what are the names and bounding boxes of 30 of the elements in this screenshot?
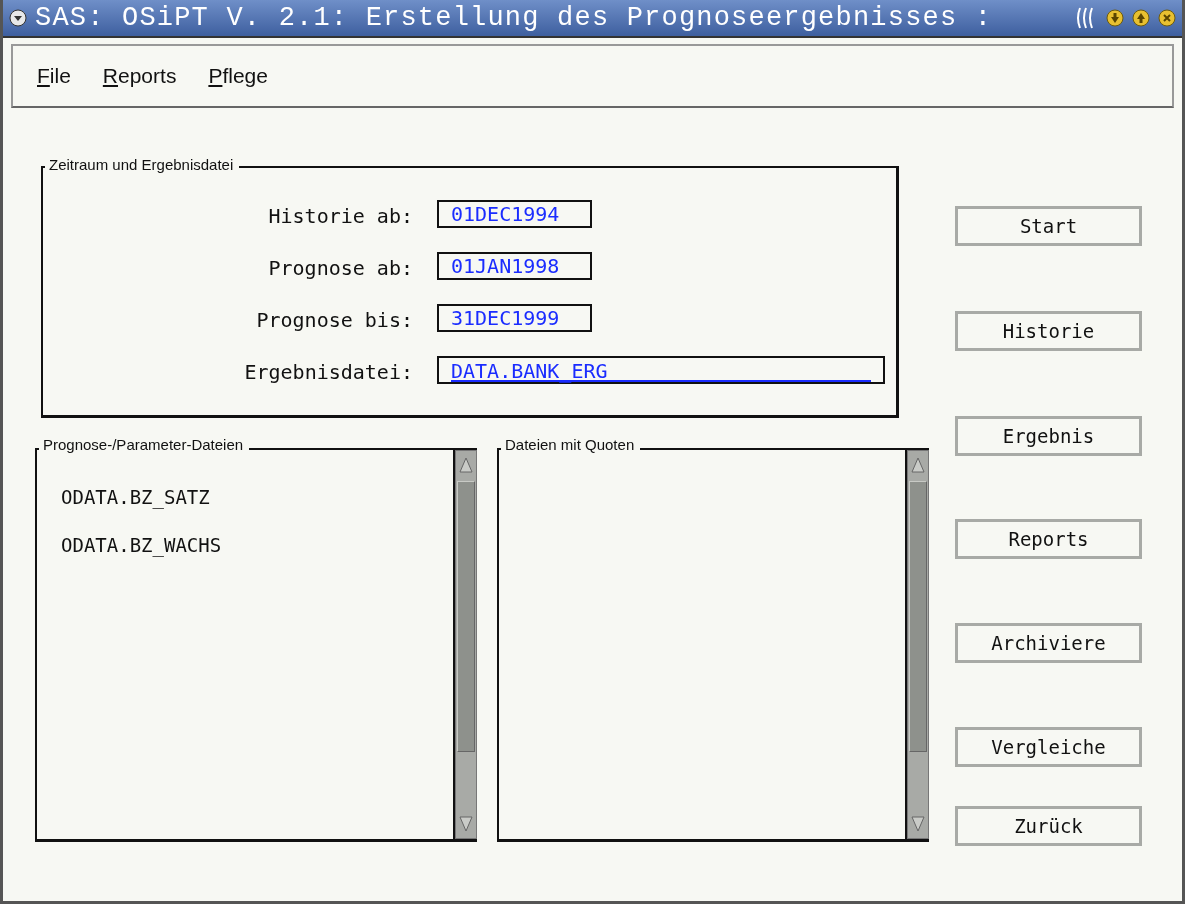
action-button[interactable]: Vergleiche — [955, 727, 1142, 767]
group-title: Dateien mit Quoten — [501, 436, 641, 453]
window-menu-icon[interactable] — [9, 9, 27, 27]
field-label: Historie ab: — [267, 203, 413, 230]
maximize-icon[interactable] — [1132, 9, 1150, 27]
action-button[interactable]: Ergebnis — [955, 416, 1142, 456]
action-button[interactable]: Reports — [955, 519, 1142, 559]
input-field[interactable]: DATA.BANK_ERG — [437, 356, 885, 384]
menu-item[interactable]: File — [37, 64, 71, 88]
field-label: Prognose ab: — [267, 255, 413, 282]
action-button[interactable]: Archiviere — [955, 623, 1142, 663]
close-icon[interactable] — [1158, 9, 1176, 27]
field-label: Ergebnisdatei: — [243, 359, 413, 386]
window-title: SAS: OSiPT V. 2.1: Erstellung des Prognoseergebnisses : — [35, 3, 994, 33]
list-item[interactable]: ODATA.BZ_SATZ — [61, 486, 453, 508]
input-field[interactable]: 01JAN1998 — [437, 252, 592, 280]
menu-item[interactable]: Pflege — [208, 64, 268, 88]
input-field[interactable]: 31DEC1999 — [437, 304, 592, 332]
field-label: Prognose bis: — [255, 307, 413, 334]
action-button[interactable]: Start — [955, 206, 1142, 246]
action-button[interactable]: Zurück — [955, 806, 1142, 846]
group-title: Zeitraum und Ergebnisdatei — [45, 156, 240, 173]
minimize-icon[interactable] — [1106, 9, 1124, 27]
action-button[interactable]: Historie — [955, 311, 1142, 351]
list-item[interactable]: ODATA.BZ_WACHS — [61, 534, 453, 556]
scrollbar[interactable] — [907, 450, 929, 839]
group-title: Prognose-/Parameter-Dateien — [39, 436, 250, 453]
menu-item[interactable]: Reports — [102, 64, 177, 88]
input-field[interactable]: 01DEC1994 — [437, 200, 592, 228]
scrollbar[interactable] — [455, 450, 477, 839]
